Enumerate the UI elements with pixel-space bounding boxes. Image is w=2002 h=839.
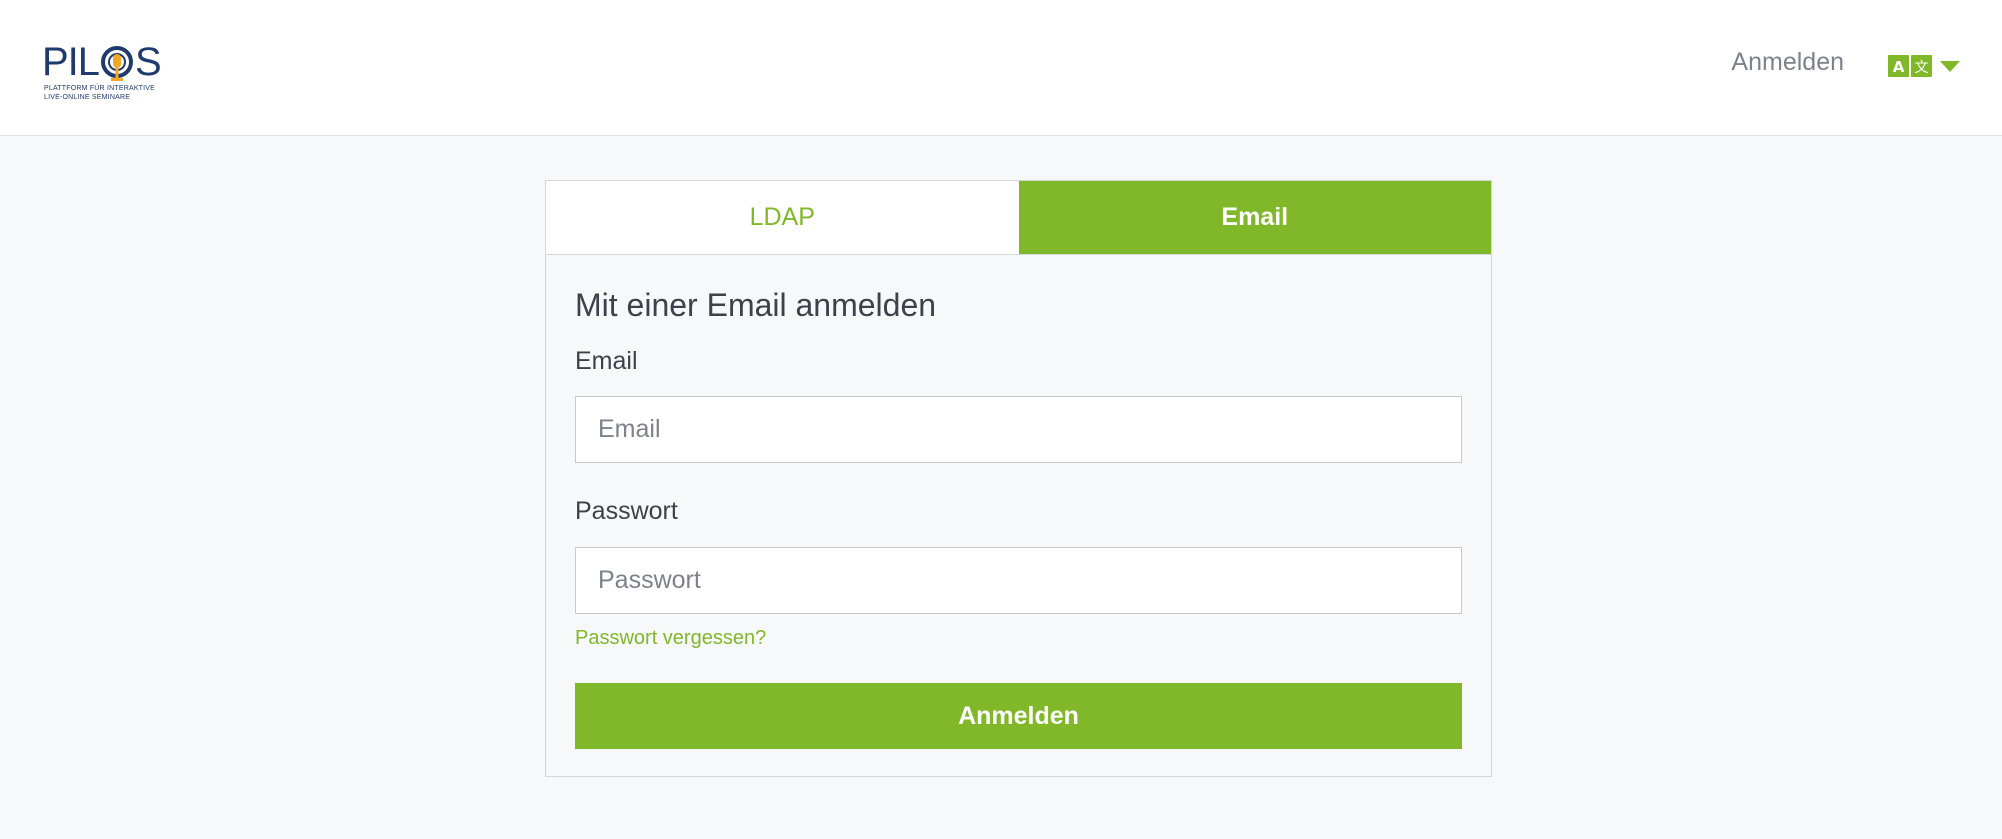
login-method-tabs: LDAP Email [546,181,1491,255]
top-navbar: PIL S Plattform für interaktive Live-Onl… [0,0,2002,136]
tab-ldap[interactable]: LDAP [546,181,1019,254]
nav-login-link[interactable]: Anmelden [1731,46,1844,78]
login-submit-button[interactable]: Anmelden [575,683,1462,749]
password-field[interactable] [575,547,1462,614]
logo-text-right: S [135,40,162,84]
login-card: LDAP Email Mit einer Email anmelden Emai… [545,180,1492,777]
email-field[interactable] [575,396,1462,463]
logo-tagline-line2: Live-Online Seminare [44,94,131,101]
logo-wordmark: PIL S [42,40,162,84]
form-title: Mit einer Email anmelden [575,287,937,323]
logo-microphone-icon [100,42,134,82]
pilos-logo[interactable]: PIL S Plattform für interaktive Live-Onl… [42,40,166,104]
logo-tagline-line1: Plattform für interaktive [44,85,156,92]
language-translate-icon: A 文 [1888,55,1932,77]
forgot-password-link[interactable]: Passwort vergessen? [575,624,766,652]
password-label: Passwort [575,497,678,525]
language-badge-cjk: 文 [1915,60,1929,76]
language-dropdown[interactable]: A 文 [1888,52,1968,80]
logo-text-left: PIL [42,40,100,84]
language-badge-latin: A [1893,58,1905,76]
tab-email[interactable]: Email [1018,181,1491,254]
chevron-down-icon [1940,60,1960,72]
email-label: Email [575,347,638,375]
